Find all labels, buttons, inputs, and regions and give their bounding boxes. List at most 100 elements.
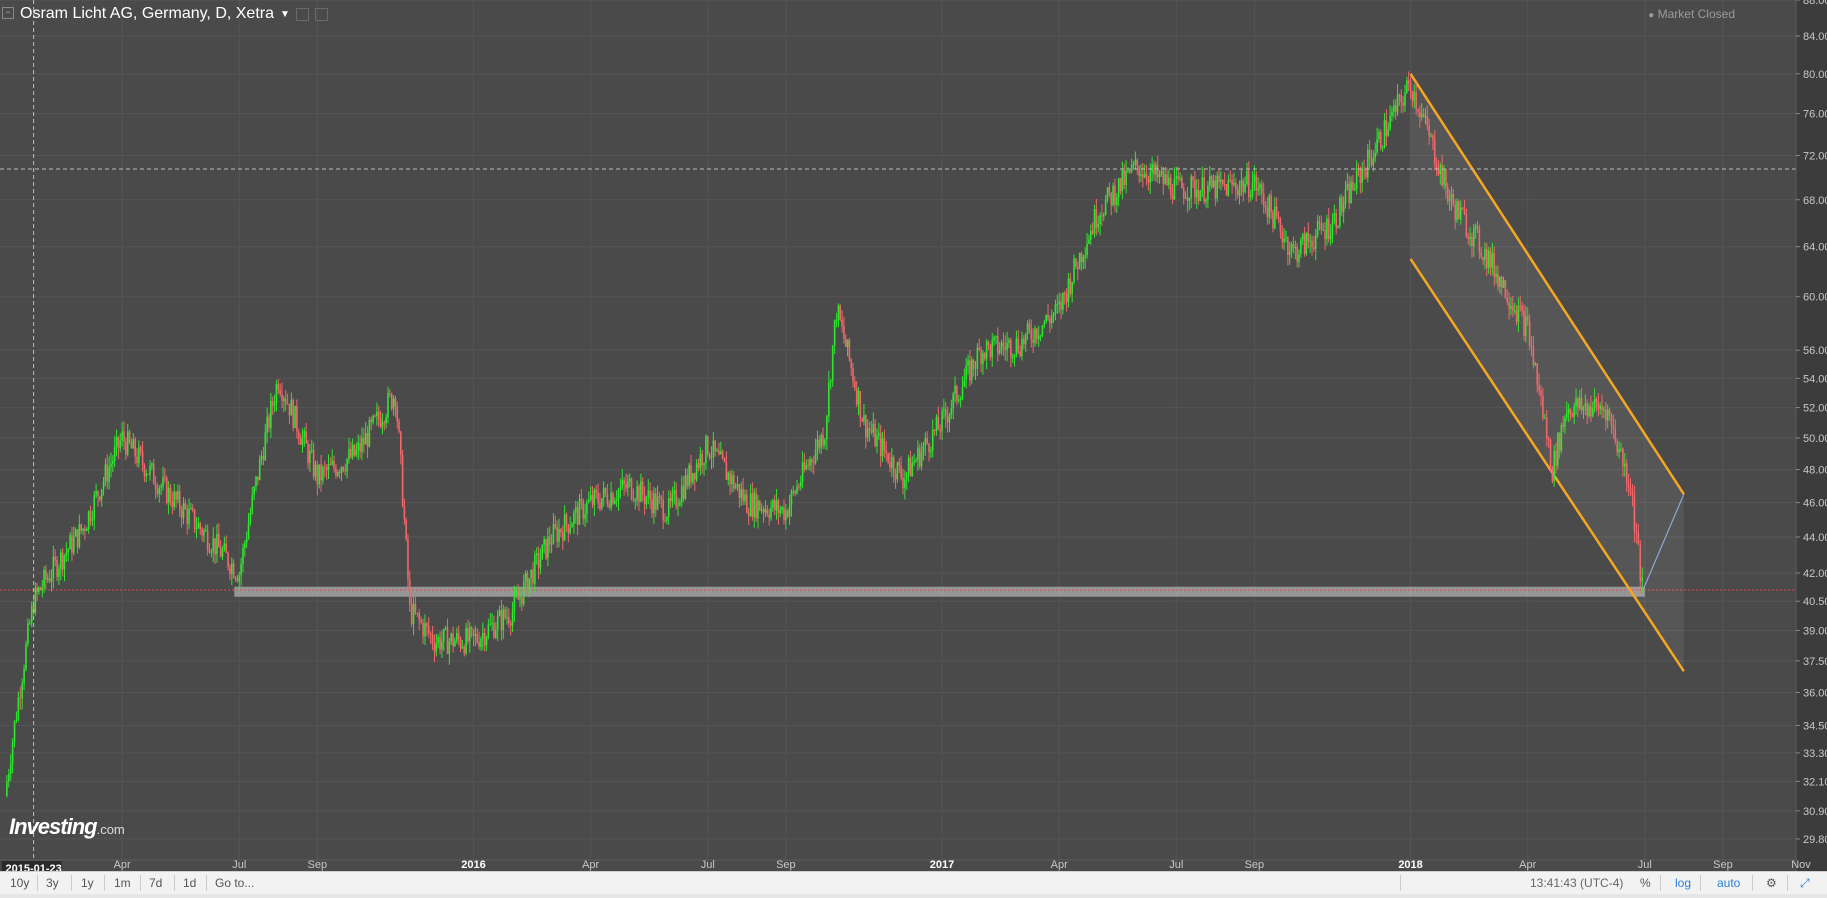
candle-body	[435, 643, 438, 652]
candle-body	[403, 505, 406, 520]
candle-body	[723, 457, 726, 463]
candle-body	[1396, 94, 1399, 113]
candle-body	[984, 353, 986, 359]
candle-body	[803, 462, 806, 470]
candle-body	[245, 538, 248, 544]
candle-body	[859, 390, 862, 419]
candle-body	[924, 437, 927, 446]
candle-body	[1461, 207, 1464, 210]
candle-body	[515, 595, 518, 597]
close-icon[interactable]	[314, 7, 328, 21]
candle-body	[383, 422, 386, 424]
candle-body	[1469, 236, 1471, 239]
candle-body	[416, 612, 419, 614]
candle-body	[444, 627, 447, 629]
candle-body	[900, 465, 902, 478]
y-tick-label: 72.00	[1803, 150, 1827, 162]
range-10y-button[interactable]: 10y	[10, 876, 29, 890]
candle-body	[45, 570, 47, 580]
candle-body	[1084, 255, 1087, 258]
candle-body	[1244, 183, 1246, 193]
settings-icon[interactable]	[295, 7, 309, 21]
candle-body	[1138, 166, 1140, 176]
candle-body	[21, 683, 23, 699]
log-toggle[interactable]: log	[1675, 876, 1691, 890]
candle-body	[528, 578, 531, 594]
candle-body	[480, 638, 482, 648]
range-3y-button[interactable]: 3y	[46, 876, 59, 890]
candle-body	[1143, 173, 1146, 178]
candle-body	[625, 484, 627, 489]
candle-body	[1631, 492, 1634, 496]
candle-body	[401, 454, 404, 506]
candle-body	[175, 491, 177, 500]
candle-body	[1123, 169, 1126, 185]
range-1m-button[interactable]: 1m	[114, 876, 131, 890]
candle-body	[125, 441, 127, 455]
candle-body	[535, 553, 538, 555]
candle-body	[398, 420, 400, 432]
candle-body	[437, 637, 439, 644]
y-axis: 29.80 30.90 32.10 33.30 34.50 36.00 37.50 39.00…	[1795, 0, 1827, 871]
candle-body	[558, 529, 560, 542]
candle-body	[757, 500, 759, 519]
fullscreen-icon[interactable]: ⤢	[1800, 876, 1810, 891]
candle-body	[1504, 280, 1507, 298]
range-1d-button[interactable]: 1d	[183, 876, 196, 890]
candle-body	[878, 433, 880, 436]
candle-body	[760, 509, 763, 511]
candle-body	[509, 623, 512, 626]
candle-body	[647, 490, 650, 498]
candle-body	[943, 409, 945, 411]
candle-body	[1536, 363, 1539, 385]
candle-body	[1599, 405, 1602, 409]
candle-body	[112, 460, 114, 464]
candle-body	[1114, 185, 1116, 206]
percent-toggle[interactable]: %	[1640, 876, 1651, 890]
candle-body	[1171, 195, 1174, 200]
candle-body	[1491, 253, 1494, 268]
candle-body	[1635, 531, 1638, 533]
candle-body	[106, 464, 109, 482]
candle-body	[1073, 258, 1075, 282]
candle-body	[1086, 243, 1088, 256]
gear-icon[interactable]: ⚙	[1766, 876, 1777, 890]
caret-down-icon[interactable]: ▼	[280, 9, 290, 20]
candle-body	[684, 475, 687, 499]
collapse-icon[interactable]: −	[2, 7, 14, 19]
goto-button[interactable]: Go to...	[215, 876, 254, 890]
candle-body	[59, 552, 62, 570]
candle-body	[801, 462, 804, 483]
price-chart[interactable]: 70.752015-01-2341.09 29.8030.9032.1033.3…	[0, 0, 1827, 871]
range-7d-button[interactable]: 7d	[149, 876, 162, 890]
toolbar-divider	[1700, 875, 1701, 891]
candle-body	[944, 409, 947, 417]
candle-body	[152, 463, 155, 485]
candle-body	[1456, 201, 1458, 221]
range-1y-button[interactable]: 1y	[81, 876, 94, 890]
candle-body	[656, 496, 659, 510]
candle-body	[1162, 171, 1165, 184]
candle-body	[799, 482, 802, 487]
toolbar-divider	[1660, 875, 1661, 891]
candle-body	[149, 465, 151, 475]
candle-body	[1381, 147, 1384, 149]
toolbar-divider	[104, 875, 105, 891]
candle-body	[1153, 164, 1155, 175]
candle-body	[104, 464, 107, 482]
candle-body	[472, 629, 475, 636]
candle-body	[1500, 276, 1503, 288]
candle-body	[1301, 234, 1304, 240]
candle-body	[1508, 302, 1510, 309]
candle-body	[1372, 157, 1375, 166]
candle-body	[405, 519, 407, 540]
candle-body	[1216, 175, 1219, 199]
candle-body	[299, 439, 302, 445]
x-tick-label: 2016	[461, 859, 485, 871]
candle-body	[164, 477, 166, 479]
chart-title[interactable]: Osram Licht AG, Germany, D, Xetra ▼	[20, 5, 328, 23]
candle-body	[292, 400, 294, 428]
candle-body	[841, 320, 843, 326]
candle-body	[640, 481, 642, 502]
auto-toggle[interactable]: auto	[1717, 876, 1740, 890]
